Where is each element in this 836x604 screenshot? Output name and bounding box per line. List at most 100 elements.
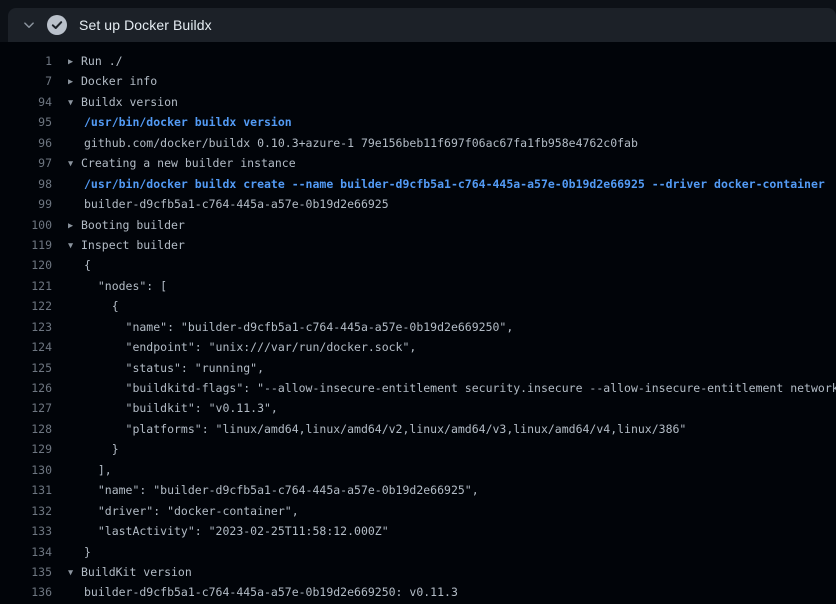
line-body: github.com/docker/buildx 0.10.3+azure-1 …	[52, 133, 836, 153]
line-number[interactable]: 124	[0, 337, 52, 357]
line-body: "status": "running",	[52, 358, 836, 378]
line-text: "nodes": [	[84, 279, 167, 293]
line-number[interactable]: 123	[0, 317, 52, 337]
line-number[interactable]: 100	[0, 215, 52, 235]
line-number[interactable]: 119	[0, 235, 52, 255]
line-number[interactable]: 1	[0, 51, 52, 71]
line-number[interactable]: 135	[0, 562, 52, 582]
line-number[interactable]: 96	[0, 133, 52, 153]
line-text: Run ./	[81, 54, 123, 68]
line-text: Creating a new builder instance	[81, 156, 296, 170]
line-body: ▼BuildKit version	[52, 562, 836, 582]
triangle-down-icon[interactable]: ▼	[68, 154, 81, 173]
line-body: }	[52, 542, 836, 562]
line-number[interactable]: 99	[0, 194, 52, 214]
log-lines: 1 ▶Run ./ 7 ▶Docker info 94 ▼Buildx vers…	[0, 42, 836, 604]
log-line: 127 "buildkit": "v0.11.3",	[0, 398, 836, 418]
triangle-down-icon[interactable]: ▼	[68, 93, 81, 112]
line-body: builder-d9cfb5a1-c764-445a-a57e-0b19d2e6…	[52, 582, 836, 602]
log-line: 95 /usr/bin/docker buildx version	[0, 112, 836, 132]
line-body: "buildkit": "v0.11.3",	[52, 398, 836, 418]
line-body: "name": "builder-d9cfb5a1-c764-445a-a57e…	[52, 480, 836, 500]
line-number[interactable]: 98	[0, 174, 52, 194]
log-line: 133 "lastActivity": "2023-02-25T11:58:12…	[0, 521, 836, 541]
line-body: {	[52, 255, 836, 275]
line-text: Docker info	[81, 74, 157, 88]
line-number[interactable]: 97	[0, 153, 52, 173]
line-text: "status": "running",	[84, 361, 264, 375]
log-line[interactable]: 119 ▼Inspect builder	[0, 235, 836, 255]
line-number[interactable]: 121	[0, 276, 52, 296]
log-line: 120 {	[0, 255, 836, 275]
line-number[interactable]: 129	[0, 439, 52, 459]
line-body: ▶Booting builder	[52, 215, 836, 235]
log-line[interactable]: 135 ▼BuildKit version	[0, 562, 836, 582]
line-body: builder-d9cfb5a1-c764-445a-a57e-0b19d2e6…	[52, 194, 836, 214]
line-text: {	[84, 258, 91, 272]
step-header[interactable]: Set up Docker Buildx	[8, 8, 836, 42]
log-line: 126 "buildkitd-flags": "--allow-insecure…	[0, 378, 836, 398]
log-line[interactable]: 97 ▼Creating a new builder instance	[0, 153, 836, 173]
line-body: ▼Inspect builder	[52, 235, 836, 255]
line-body: ▼Creating a new builder instance	[52, 153, 836, 173]
line-text: "platforms": "linux/amd64,linux/amd64/v2…	[84, 422, 686, 436]
line-text: Inspect builder	[81, 238, 185, 252]
line-text: builder-d9cfb5a1-c764-445a-a57e-0b19d2e6…	[84, 197, 389, 211]
log-line: 99 builder-d9cfb5a1-c764-445a-a57e-0b19d…	[0, 194, 836, 214]
line-body: "endpoint": "unix:///var/run/docker.sock…	[52, 337, 836, 357]
log-line: 122 {	[0, 296, 836, 316]
line-number[interactable]: 132	[0, 501, 52, 521]
line-body: "driver": "docker-container",	[52, 501, 836, 521]
line-number[interactable]: 94	[0, 92, 52, 112]
line-number[interactable]: 133	[0, 521, 52, 541]
triangle-down-icon[interactable]: ▼	[68, 563, 81, 582]
line-text: /usr/bin/docker buildx version	[84, 115, 292, 129]
log-line[interactable]: 100 ▶Booting builder	[0, 215, 836, 235]
step-title: Set up Docker Buildx	[79, 17, 212, 33]
line-body: /usr/bin/docker buildx version	[52, 112, 836, 132]
line-text: "name": "builder-d9cfb5a1-c764-445a-a57e…	[84, 320, 513, 334]
line-number[interactable]: 95	[0, 112, 52, 132]
line-body: "lastActivity": "2023-02-25T11:58:12.000…	[52, 521, 836, 541]
log-line: 132 "driver": "docker-container",	[0, 501, 836, 521]
line-number[interactable]: 120	[0, 255, 52, 275]
line-body: ▶Docker info	[52, 71, 836, 91]
triangle-right-icon[interactable]: ▶	[68, 52, 81, 71]
log-line: 123 "name": "builder-d9cfb5a1-c764-445a-…	[0, 317, 836, 337]
log-line: 136 builder-d9cfb5a1-c764-445a-a57e-0b19…	[0, 582, 836, 602]
line-number[interactable]: 131	[0, 480, 52, 500]
line-body: ],	[52, 460, 836, 480]
line-body: /usr/bin/docker buildx create --name bui…	[52, 174, 836, 194]
line-body: "nodes": [	[52, 276, 836, 296]
log-line[interactable]: 94 ▼Buildx version	[0, 92, 836, 112]
triangle-right-icon[interactable]: ▶	[68, 216, 81, 235]
triangle-down-icon[interactable]: ▼	[68, 236, 81, 255]
line-number[interactable]: 122	[0, 296, 52, 316]
line-number[interactable]: 130	[0, 460, 52, 480]
line-number[interactable]: 128	[0, 419, 52, 439]
line-number[interactable]: 136	[0, 582, 52, 602]
line-number[interactable]: 125	[0, 358, 52, 378]
line-number[interactable]: 126	[0, 378, 52, 398]
line-number[interactable]: 134	[0, 542, 52, 562]
line-text: "buildkitd-flags": "--allow-insecure-ent…	[84, 381, 836, 395]
log-line[interactable]: 7 ▶Docker info	[0, 71, 836, 91]
line-body: {	[52, 296, 836, 316]
line-text: "name": "builder-d9cfb5a1-c764-445a-a57e…	[84, 483, 479, 497]
chevron-down-icon[interactable]	[22, 18, 36, 32]
log-line: 98 /usr/bin/docker buildx create --name …	[0, 174, 836, 194]
line-text: Booting builder	[81, 218, 185, 232]
line-body: "name": "builder-d9cfb5a1-c764-445a-a57e…	[52, 317, 836, 337]
log-line: 96 github.com/docker/buildx 0.10.3+azure…	[0, 133, 836, 153]
log-line: 121 "nodes": [	[0, 276, 836, 296]
line-body: ▶Run ./	[52, 51, 836, 71]
line-body: ▼Buildx version	[52, 92, 836, 112]
line-text: builder-d9cfb5a1-c764-445a-a57e-0b19d2e6…	[84, 585, 458, 599]
line-text: Buildx version	[81, 95, 178, 109]
triangle-right-icon[interactable]: ▶	[68, 72, 81, 91]
line-number[interactable]: 7	[0, 71, 52, 91]
line-number[interactable]: 127	[0, 398, 52, 418]
log-line: 131 "name": "builder-d9cfb5a1-c764-445a-…	[0, 480, 836, 500]
log-line[interactable]: 1 ▶Run ./	[0, 51, 836, 71]
actions-log-viewer: Set up Docker Buildx 1 ▶Run ./ 7 ▶Docker…	[0, 0, 836, 604]
